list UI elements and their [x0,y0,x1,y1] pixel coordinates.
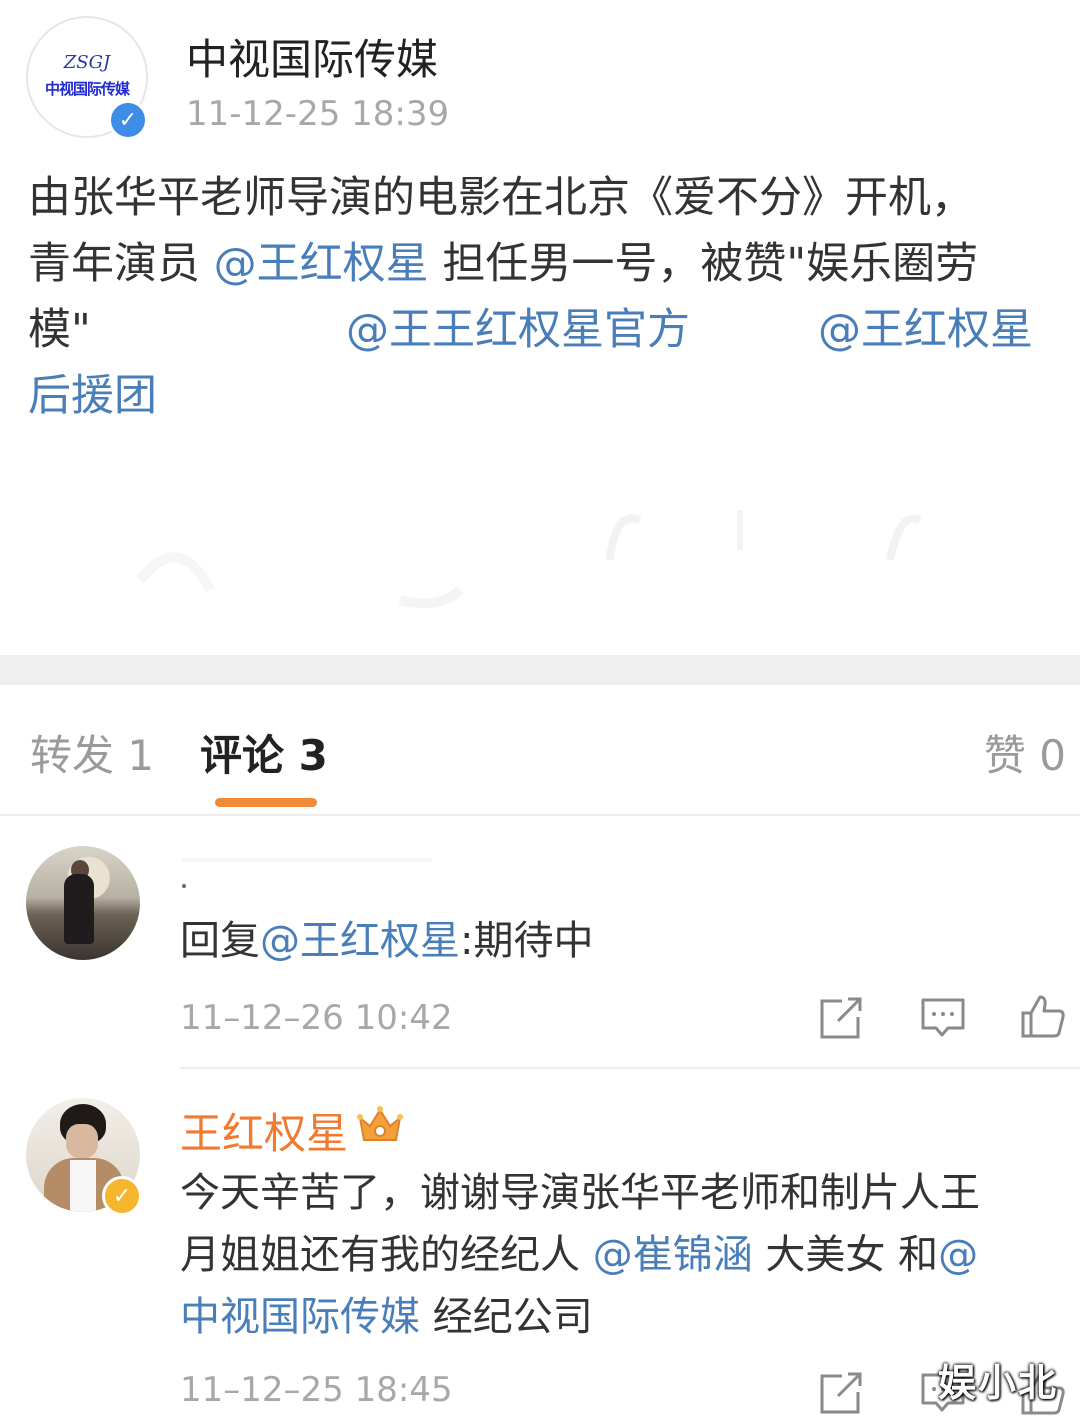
comment-timestamp: 11–12–25 18:45 [180,1370,453,1410]
comment-segment: 月姐姐还有我的经纪人 [180,1232,593,1278]
post-body: 由张华平老师导演的电影在北京《爱不分》开机， 青年演员 @王红权星 担任男一号，… [28,165,1058,429]
commenter-name[interactable]: 王红权星 [180,1100,348,1161]
comment-timestamp: 11–12–26 10:42 [180,998,453,1038]
tab-comment[interactable]: 评论 3 [200,722,328,783]
like-icon[interactable] [1020,993,1066,1039]
mention-link[interactable]: @王王红权星官方 [346,297,690,363]
comment-segment: 经纪公司 [420,1294,593,1340]
comment-line: 月姐姐还有我的经纪人 @崔锦涵 大美女 和@ [180,1224,1060,1286]
comment-text: 回复@王红权星:期待中 [180,910,593,972]
post-text: 青年演员 [28,239,214,289]
active-tab-indicator [215,798,317,807]
mention-link[interactable]: @王红权星 [214,239,429,289]
post-author-name[interactable]: 中视国际传媒 [186,26,438,87]
section-separator [0,655,1080,685]
crown-icon [357,1106,403,1141]
avatar-logo-script: ZSGJ [63,52,111,73]
avatar-photo-figure [64,874,94,944]
tab-like[interactable]: 赞 0 [984,722,1066,783]
post-text: 由张华平老师导演的电影在北京《爱不分》开机， [28,173,974,223]
comment-segment: 今天辛苦了，谢谢导演张华平老师和制片人王 [180,1170,980,1216]
faded-image-area [136,510,922,609]
comment-segment: 大美女 和 [752,1232,939,1278]
mention-link[interactable]: 后援团 [28,371,157,421]
post-body-line: 模" @王王红权星官方 @王红权星 [28,297,1058,363]
post-body-line: 由张华平老师导演的电影在北京《爱不分》开机， [28,165,1058,231]
comment-line: 中视国际传媒 经纪公司 [180,1286,1060,1348]
mention-link[interactable]: @崔锦涵 [593,1232,753,1278]
mention-link[interactable]: @ [938,1232,978,1278]
verified-icon: ✓ [108,100,148,140]
dot-mark [182,884,186,888]
avatar-photo-shirt [70,1160,96,1212]
post-body-line: 青年演员 @王红权星 担任男一号，被赞"娱乐圈劳 [28,231,1058,297]
share-icon[interactable] [818,1370,864,1416]
comment-prefix: 回复 [180,918,260,964]
mention-link[interactable]: @王红权星 [818,297,1033,363]
watermark: 娱小北 [937,1361,1058,1405]
comment-suffix: :期待中 [460,918,594,964]
post-timestamp: 11-12-25 18:39 [186,94,450,134]
mention-link[interactable]: 中视国际传媒 [180,1294,420,1340]
commenter-avatar[interactable] [26,846,140,960]
post-text: 担任男一号，被赞"娱乐圈劳 [428,239,979,289]
tab-divider [0,814,1080,816]
post-text: 模" [28,305,91,355]
comment-icon[interactable] [920,995,966,1041]
avatar-photo-face [66,1124,98,1158]
comment-line: 今天辛苦了，谢谢导演张华平老师和制片人王 [180,1162,1060,1224]
post-body-line: 后援团 [28,363,1058,429]
comment-text: 今天辛苦了，谢谢导演张华平老师和制片人王 月姐姐还有我的经纪人 @崔锦涵 大美女… [180,1162,1060,1348]
share-icon[interactable] [818,995,864,1041]
comment-divider [180,1067,1080,1069]
verified-gold-icon: ✓ [102,1176,142,1216]
commenter-name-faded [182,858,432,862]
tab-repost[interactable]: 转发 1 [30,722,154,783]
mention-link[interactable]: @王红权星 [260,918,460,964]
avatar-logo-text: 中视国际传媒 [44,80,130,98]
